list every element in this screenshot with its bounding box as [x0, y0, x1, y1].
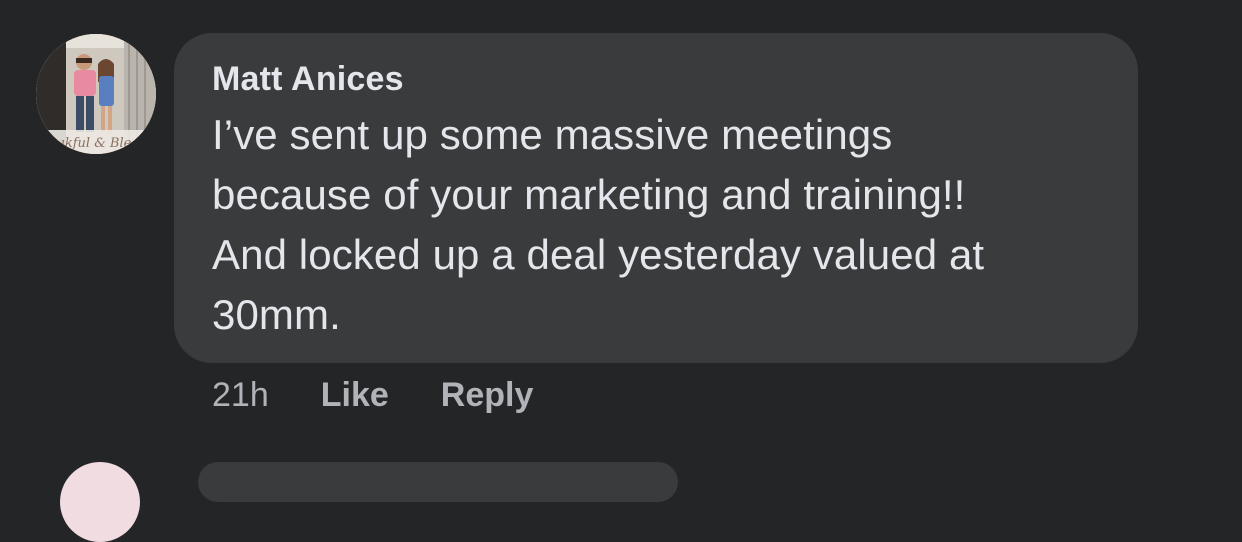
comment-text: I’ve sent up some massive meetings becau… [212, 105, 1100, 345]
comment-bubble: Matt Anices I’ve sent up some massive me… [174, 33, 1138, 363]
next-comment-bubble [198, 462, 678, 502]
comment-text-line: I’ve sent up some massive meetings [212, 111, 893, 158]
comment-author-name[interactable]: Matt Anices [212, 59, 1100, 99]
comment-timestamp[interactable]: 21h [212, 376, 269, 415]
profile-photo-icon: ıkful & Ble [36, 34, 156, 154]
comment-text-line: 30mm. [212, 291, 341, 338]
comment-text-line: And locked up a deal yesterday valued at [212, 231, 985, 278]
like-button[interactable]: Like [321, 376, 389, 415]
next-comment-avatar[interactable] [60, 462, 140, 542]
author-avatar[interactable]: ıkful & Ble [36, 34, 156, 154]
svg-text:ıkful & Ble: ıkful & Ble [61, 136, 132, 151]
reply-button[interactable]: Reply [441, 376, 534, 415]
comment-text-line: because of your marketing and training!! [212, 171, 966, 218]
comment-actions: 21h Like Reply [212, 372, 585, 418]
